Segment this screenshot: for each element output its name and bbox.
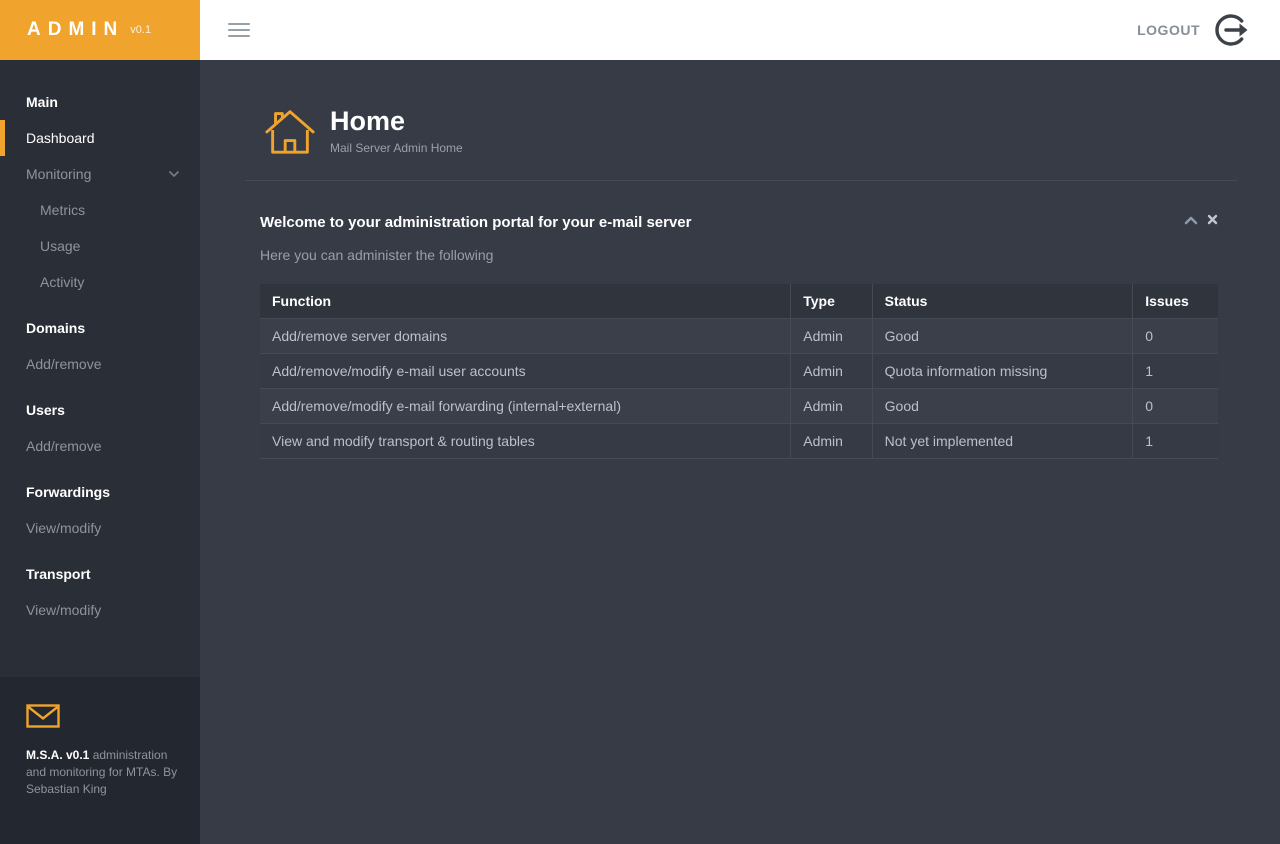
- page-header: Home Mail Server Admin Home: [200, 60, 1280, 158]
- panel-subtitle: Here you can administer the following: [260, 247, 494, 263]
- sidebar-item-domains-addremove[interactable]: Add/remove: [0, 346, 200, 382]
- sidebar-header-domains: Domains: [26, 320, 86, 336]
- logout-label: LOGOUT: [1137, 22, 1200, 38]
- table-row: Add/remove/modify e-mail user accounts A…: [260, 353, 1218, 389]
- functions-table: Function Type Status Issues Add/remove s…: [260, 284, 1218, 459]
- hamburger-menu-icon[interactable]: [228, 19, 250, 41]
- envelope-icon: [26, 704, 60, 728]
- chevron-down-icon: [168, 170, 180, 178]
- sidebar-item-label: Monitoring: [26, 166, 92, 182]
- column-header-status: Status: [872, 284, 1134, 319]
- cell-function: Add/remove/modify e-mail forwarding (int…: [260, 388, 792, 424]
- sidebar-item-dashboard[interactable]: Dashboard: [0, 120, 200, 156]
- app-logo-text: ADMIN: [27, 19, 125, 40]
- page-title: Home: [330, 105, 406, 136]
- column-header-issues: Issues: [1132, 284, 1218, 319]
- cell-issues: 1: [1132, 353, 1218, 389]
- cell-issues: 0: [1132, 388, 1218, 424]
- sidebar-nav: Main Dashboard Monitoring Metrics Usage …: [0, 60, 200, 628]
- home-icon: [263, 102, 317, 158]
- cell-function: Add/remove server domains: [260, 318, 792, 354]
- cell-status: Quota information missing: [872, 353, 1134, 389]
- close-icon[interactable]: [1207, 214, 1218, 225]
- column-header-type: Type: [790, 284, 873, 319]
- panel-header: Welcome to your administration portal fo…: [260, 214, 1218, 231]
- column-header-function: Function: [260, 284, 792, 319]
- cell-issues: 1: [1132, 423, 1218, 459]
- table-header-row: Function Type Status Issues: [260, 284, 1218, 319]
- collapse-chevron-up-icon[interactable]: [1184, 215, 1198, 225]
- page-subtitle: Mail Server Admin Home: [330, 140, 463, 155]
- sidebar-item-forwardings-viewmodify[interactable]: View/modify: [0, 510, 200, 546]
- cell-status: Good: [872, 318, 1134, 354]
- sidebar-header-forwardings: Forwardings: [26, 484, 111, 500]
- cell-function: Add/remove/modify e-mail user accounts: [260, 353, 792, 389]
- sidebar-item-activity[interactable]: Activity: [0, 264, 200, 300]
- table-row: Add/remove server domains Admin Good 0: [260, 318, 1218, 354]
- logout-button[interactable]: LOGOUT: [1137, 10, 1252, 50]
- footer-app-title: M.S.A. v0.1: [26, 748, 90, 762]
- panel-controls: [1184, 214, 1218, 225]
- cell-function: View and modify transport & routing tabl…: [260, 423, 792, 459]
- cell-issues: 0: [1132, 318, 1218, 354]
- cell-type: Admin: [790, 318, 873, 354]
- sidebar-footer: M.S.A. v0.1 administration and monitorin…: [0, 677, 200, 844]
- main-content: Home Mail Server Admin Home Welcome to y…: [200, 60, 1280, 844]
- sidebar-footer-text: M.S.A. v0.1 administration and monitorin…: [26, 747, 178, 798]
- cell-type: Admin: [790, 423, 873, 459]
- sidebar-item-usage[interactable]: Usage: [0, 228, 200, 264]
- sidebar-item-transport-viewmodify[interactable]: View/modify: [0, 592, 200, 628]
- page-header-text: Home Mail Server Admin Home: [330, 106, 463, 155]
- cell-type: Admin: [790, 353, 873, 389]
- sidebar-item-users-addremove[interactable]: Add/remove: [0, 428, 200, 464]
- sidebar-header-users: Users: [26, 402, 65, 418]
- cell-status: Good: [872, 388, 1134, 424]
- app-logo[interactable]: ADMIN v0.1: [0, 0, 200, 60]
- sidebar: ADMIN v0.1 Main Dashboard Monitoring Met…: [0, 0, 200, 844]
- table-row: Add/remove/modify e-mail forwarding (int…: [260, 388, 1218, 424]
- table-row: View and modify transport & routing tabl…: [260, 423, 1218, 459]
- logout-icon: [1212, 10, 1252, 50]
- cell-type: Admin: [790, 388, 873, 424]
- header-divider: [245, 180, 1237, 181]
- app-version: v0.1: [130, 24, 152, 36]
- welcome-panel: Welcome to your administration portal fo…: [260, 214, 1218, 459]
- sidebar-item-metrics[interactable]: Metrics: [0, 192, 200, 228]
- sidebar-header-main: Main: [26, 94, 58, 110]
- sidebar-item-monitoring[interactable]: Monitoring: [0, 156, 200, 192]
- sidebar-header-transport: Transport: [26, 566, 91, 582]
- panel-title: Welcome to your administration portal fo…: [260, 214, 692, 231]
- cell-status: Not yet implemented: [872, 423, 1134, 459]
- topbar: LOGOUT: [200, 0, 1280, 60]
